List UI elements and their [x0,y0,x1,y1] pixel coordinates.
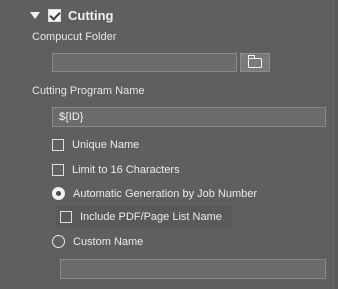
include-pdf-option[interactable]: Include PDF/Page List Name [56,206,232,228]
auto-generation-label: Automatic Generation by Job Number [73,187,258,200]
compucut-folder-label: Compucut Folder [32,31,117,43]
custom-name-radio[interactable] [52,235,65,248]
section-title: Cutting [68,7,114,23]
unique-name-option[interactable]: Unique Name [52,139,139,151]
panel-right-border [333,0,338,289]
section-header[interactable]: Cutting [10,5,113,25]
custom-name-option[interactable]: Custom Name [52,235,143,248]
cutting-enable-checkbox[interactable] [48,8,61,22]
cutting-program-name-input[interactable]: ${ID} [52,107,326,127]
cutting-panel: Cutting Compucut Folder Cutting Program … [0,0,338,289]
auto-generation-radio[interactable] [52,187,65,200]
cutting-program-name-label: Cutting Program Name [32,85,145,97]
custom-name-label: Custom Name [73,235,144,248]
limit-16-checkbox[interactable] [52,164,64,176]
folder-icon [248,54,262,68]
unique-name-checkbox[interactable] [52,139,64,151]
collapse-triangle-icon[interactable] [30,11,40,19]
limit-16-label: Limit to 16 Characters [72,164,180,176]
custom-name-input[interactable] [60,259,326,279]
auto-generation-option[interactable]: Automatic Generation by Job Number [52,187,257,200]
unique-name-label: Unique Name [72,139,140,151]
include-pdf-label: Include PDF/Page List Name [80,211,222,223]
compucut-folder-input[interactable] [52,53,237,72]
include-pdf-checkbox[interactable] [60,211,72,223]
limit-16-option[interactable]: Limit to 16 Characters [52,164,180,176]
browse-folder-button[interactable] [240,53,270,72]
